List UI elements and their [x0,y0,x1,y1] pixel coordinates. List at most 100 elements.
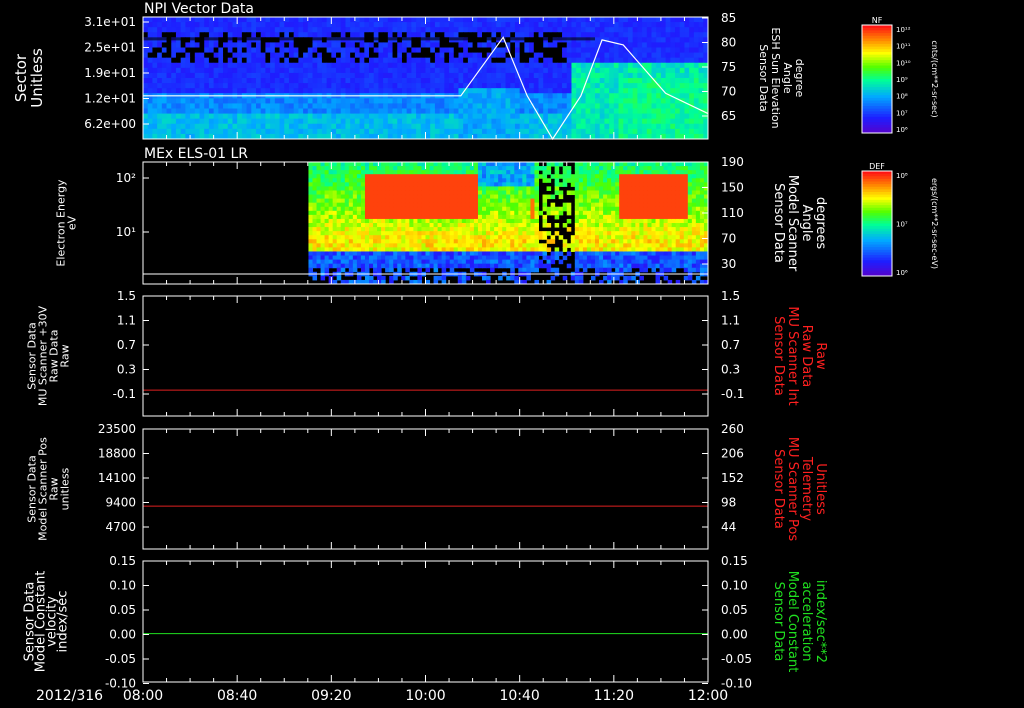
spectrogram-cell [632,83,638,89]
spectrogram-cell [316,186,322,191]
spectrogram-cell [477,263,483,269]
spectrogram-cell [392,22,398,28]
spectrogram-cell [586,166,592,171]
spectrogram-cell [213,118,219,125]
spectrogram-cell [543,52,549,59]
spectrogram-cell [204,57,210,64]
spectrogram-cell [494,178,499,183]
spectrogram-cell [693,27,700,33]
spectrogram-cell [651,47,657,54]
spectrogram-cell [449,259,455,265]
spectrogram-cell [401,123,408,130]
spectrogram-cell [185,108,191,115]
spectrogram-cell [336,123,342,130]
spectrogram-cell [609,108,615,115]
spectrogram-cell [411,123,417,130]
spectrogram-cell [618,113,624,120]
spectrogram-cell [660,42,667,48]
spectrogram-cell [425,47,431,54]
spectrogram-cell [491,22,497,28]
spectrogram-cell [237,42,243,48]
spectrogram-cell [218,67,224,74]
spectrogram-cell [660,62,667,69]
spectrogram-cell [204,83,210,89]
spectrogram-cell [421,214,426,220]
spectrogram-cell [590,113,596,120]
spectrogram-cell [698,83,704,89]
spectrogram-cell [627,42,634,48]
spectrogram-cell [246,88,252,94]
spectrogram-cell [552,88,558,94]
spectrogram-cell [502,190,507,196]
spectrogram-cell [557,98,563,104]
spectrogram-cell [585,88,591,94]
spectrogram-cell [518,251,523,257]
spectrogram-cell [340,202,346,208]
spectrogram-cell [405,255,410,261]
spectrogram-cell [344,235,350,240]
spectrogram-cell [324,174,330,179]
spectrogram-cell [689,32,695,38]
spectrogram-cell [623,52,629,59]
spectrogram-cell [576,42,582,48]
spectrogram-cell [698,67,704,74]
spectrogram-cell [477,194,483,200]
spectrogram-cell [321,78,328,84]
spectrogram-cell [251,103,257,109]
spectrogram-cell [308,202,313,208]
spectrogram-cell [147,27,153,33]
spectrogram-cell [637,98,643,104]
spectrogram-cell [698,98,704,104]
spectrogram-cell [284,17,290,23]
spectrogram-cell [364,190,370,196]
spectrogram-cell [425,128,431,135]
spectrogram-cell [529,27,535,33]
spectrogram-cell [425,186,431,191]
spectrogram-cell [332,190,338,196]
spectrogram-cell [308,214,313,220]
spectrogram-cell [490,190,495,196]
spectrogram-cell [582,182,588,187]
spectrogram-cell [298,52,304,59]
spectrogram-cell [615,194,620,200]
spectrogram-cell [533,62,539,69]
spectrogram-cell [373,231,378,236]
spectrogram-cell [538,103,544,109]
spectrogram-cell [502,243,507,248]
spectrogram-cell [437,210,443,216]
spectrogram-cell [458,113,464,120]
spectrogram-cell [439,47,445,54]
spectrogram-cell [369,42,375,48]
spectrogram-cell [604,108,610,115]
spectrogram-cell [546,255,552,261]
spectrogram-cell [603,166,608,171]
spectrogram-cell [689,27,695,33]
spectrogram-cell [397,103,403,109]
spectrogram-cell [377,198,382,204]
spectrogram-cell [578,210,584,216]
spectrogram-cell [514,263,519,269]
spectrogram-cell [599,206,604,212]
spectrogram-cell [320,231,326,236]
spectrogram-cell [381,182,386,187]
spectrogram-cell [599,88,605,94]
spectrogram-cell [389,190,394,196]
spectrogram-cell [405,235,410,240]
spectrogram-cell [308,190,313,196]
spectrogram-cell [473,174,479,179]
spectrogram-cell [265,42,271,48]
spectrogram-cell [166,42,172,48]
spectrogram-cell [547,62,554,69]
spectrogram-cell [260,98,266,104]
spectrogram-cell [401,182,406,187]
spectrogram-cell [359,57,365,64]
spectrogram-cell [425,202,431,208]
spectrogram-cell [405,186,410,191]
spectrogram-cell [397,174,402,179]
spectrogram-cell [529,67,535,74]
spectrogram-cell [510,166,515,171]
spectrogram-cell [623,227,628,232]
spectrogram-cell [500,22,507,28]
spectrogram-cell [603,259,608,265]
spectrogram-cell [660,52,667,59]
